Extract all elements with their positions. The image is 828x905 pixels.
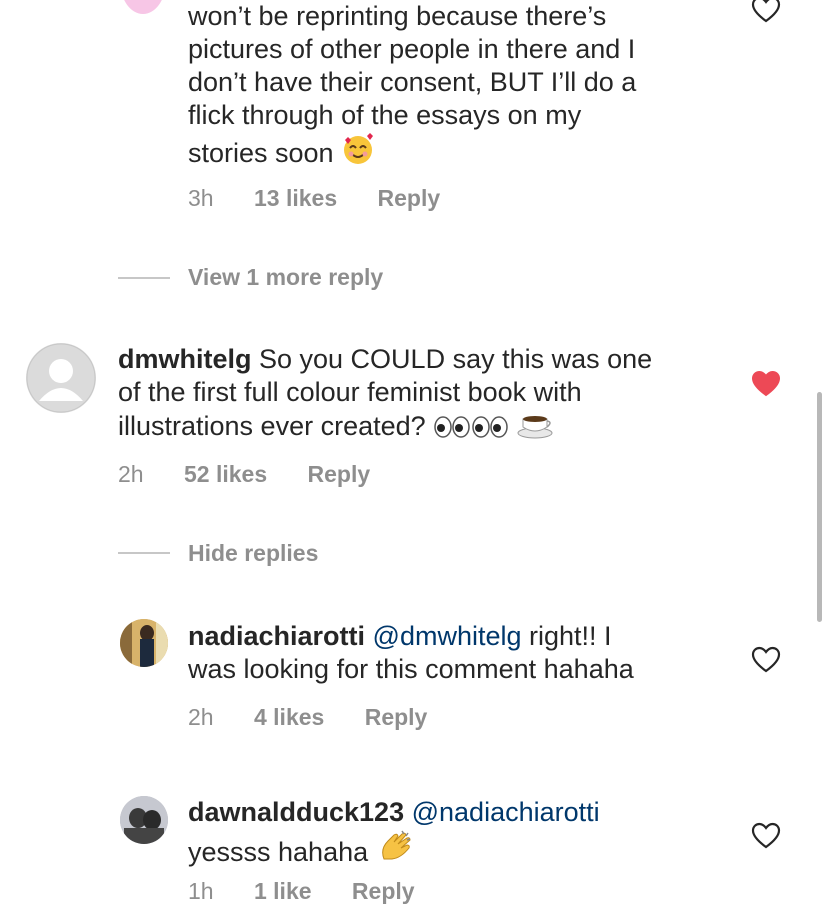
like-heart-icon[interactable] xyxy=(751,0,781,24)
comment-text: dawnaldduck123 @nadiachiarotti yessss ha… xyxy=(188,796,748,873)
comment-meta: 2h 52 likes Reply xyxy=(118,461,370,488)
profile-photo-icon xyxy=(120,796,168,844)
comment-meta: 1h 1 like Reply xyxy=(188,878,415,905)
hot-beverage-icon xyxy=(517,409,555,447)
likes-count[interactable]: 4 likes xyxy=(254,704,324,730)
reply-button[interactable]: Reply xyxy=(352,878,415,904)
profile-photo-icon xyxy=(120,619,168,667)
comment-username[interactable]: dawnaldduck123 xyxy=(188,797,404,827)
avatar[interactable] xyxy=(120,0,166,14)
comment-time: 3h xyxy=(188,185,214,211)
likes-count[interactable]: 52 likes xyxy=(184,461,267,487)
thread-divider xyxy=(118,277,170,279)
mention-link[interactable]: @nadiachiarotti xyxy=(412,797,600,827)
comment-username[interactable]: nadiachiarotti xyxy=(188,621,365,651)
avatar[interactable] xyxy=(120,619,168,667)
comment-text: won’t be reprinting because there’s pict… xyxy=(188,0,748,174)
clapping-hands-icon xyxy=(376,829,414,873)
reply-button[interactable]: Reply xyxy=(365,704,428,730)
likes-count[interactable]: 1 like xyxy=(254,878,312,904)
default-avatar-icon xyxy=(26,343,96,413)
like-heart-icon[interactable] xyxy=(751,822,781,850)
comment-meta: 2h 4 likes Reply xyxy=(188,704,427,731)
comment-text: nadiachiarotti @dmwhitelg right!! I was … xyxy=(188,621,634,684)
scrollbar[interactable] xyxy=(817,392,822,622)
view-more-replies-button[interactable]: View 1 more reply xyxy=(188,264,383,291)
comment-time: 1h xyxy=(188,878,214,904)
eyes-icon xyxy=(471,414,509,447)
thread-divider xyxy=(118,552,170,554)
comment-meta: 3h 13 likes Reply xyxy=(188,185,440,212)
eyes-icon xyxy=(433,414,471,447)
mention-link[interactable]: @dmwhitelg xyxy=(373,621,522,651)
reply-button[interactable]: Reply xyxy=(308,461,371,487)
likes-count[interactable]: 13 likes xyxy=(254,185,337,211)
comment-time: 2h xyxy=(118,461,144,487)
smiling-face-with-hearts-icon xyxy=(341,132,375,174)
avatar[interactable] xyxy=(26,343,96,413)
hide-replies-button[interactable]: Hide replies xyxy=(188,540,318,567)
like-heart-icon[interactable] xyxy=(751,646,781,674)
comment-username[interactable]: dmwhitelg xyxy=(118,344,252,374)
avatar[interactable] xyxy=(120,796,168,844)
comment-text: dmwhitelg So you COULD say this was one … xyxy=(118,343,718,447)
reply-button[interactable]: Reply xyxy=(378,185,441,211)
comment-time: 2h xyxy=(188,704,214,730)
liked-heart-icon[interactable] xyxy=(751,370,781,398)
